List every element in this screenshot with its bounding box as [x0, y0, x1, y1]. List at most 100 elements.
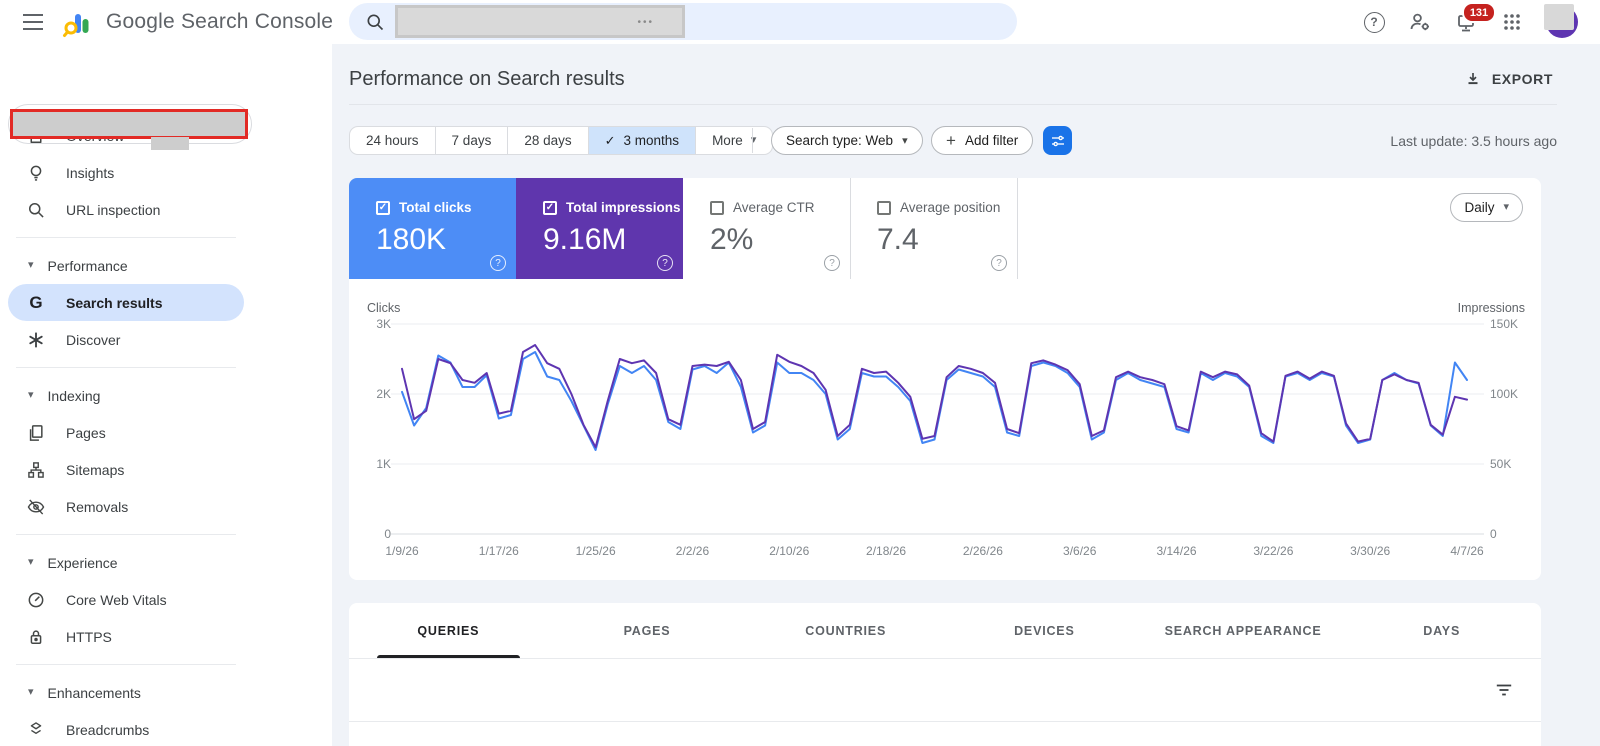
- performance-chart[interactable]: [349, 178, 1541, 580]
- sidebar-divider: [16, 534, 236, 535]
- x-axis-label: 3/30/26: [1350, 544, 1391, 558]
- lock-icon: [26, 627, 46, 647]
- search-console-logo-icon: [62, 5, 96, 39]
- sidebar-section-label: Indexing: [47, 387, 101, 404]
- active-tab-indicator: [376, 655, 520, 658]
- sidebar-item-pages[interactable]: Pages: [0, 414, 332, 451]
- x-axis-label: 2/10/26: [769, 544, 810, 558]
- redacted-avatar: [1544, 4, 1574, 30]
- chevron-down-icon: ▾: [28, 556, 34, 568]
- chip-more[interactable]: More ▾: [695, 127, 772, 154]
- chip-3-months[interactable]: ✓ 3 months: [587, 127, 696, 154]
- chevron-down-icon: ▾: [902, 135, 908, 147]
- chevron-down-icon: ▾: [28, 686, 34, 698]
- chip-label: 7 days: [451, 133, 492, 148]
- lightbulb-icon: [26, 163, 46, 183]
- sidebar-item-breadcrumbs[interactable]: Breadcrumbs: [0, 711, 332, 746]
- sidebar-item-label: Sitemaps: [66, 461, 125, 478]
- axis-tick-label: 0: [384, 527, 391, 541]
- help-icon[interactable]: ?: [1362, 10, 1386, 34]
- sidebar-section-indexing[interactable]: ▾ Indexing: [0, 377, 332, 414]
- sitemap-icon: [26, 460, 46, 480]
- tab-label: DEVICES: [1014, 623, 1075, 638]
- sidebar-item-label: HTTPS: [66, 628, 112, 645]
- redacted-property-name: [10, 109, 248, 139]
- search-icon: [365, 12, 385, 32]
- check-icon: ✓: [604, 132, 616, 148]
- sidebar-item-insights[interactable]: Insights: [0, 154, 332, 191]
- tab-label: QUERIES: [417, 623, 480, 638]
- search-type-filter[interactable]: Search type: Web ▾: [771, 126, 923, 155]
- search-bar[interactable]: •••: [349, 3, 1017, 40]
- chip-28-days[interactable]: 28 days: [507, 127, 587, 154]
- discover-asterisk-icon: [26, 330, 46, 350]
- chip-24-hours[interactable]: 24 hours: [350, 127, 435, 154]
- redacted-search-query: •••: [395, 5, 685, 38]
- sidebar-section-label: Experience: [47, 554, 118, 571]
- app-logo[interactable]: Google Search Console: [62, 5, 333, 39]
- tab-days[interactable]: DAYS: [1342, 603, 1541, 658]
- sidebar: Overview Insights URL inspection ▾ Perfo…: [0, 44, 332, 746]
- axis-tick-label: 150K: [1490, 317, 1519, 331]
- tab-devices[interactable]: DEVICES: [945, 603, 1144, 658]
- notifications-icon[interactable]: 131: [1454, 2, 1496, 34]
- sidebar-section-performance[interactable]: ▾ Performance: [0, 247, 332, 284]
- chip-7-days[interactable]: 7 days: [434, 127, 508, 154]
- sidebar-item-label: Pages: [66, 424, 106, 441]
- notification-badge: 131: [1462, 2, 1496, 23]
- filter-settings-button[interactable]: [1043, 126, 1072, 155]
- apps-grid-icon[interactable]: [1500, 10, 1524, 34]
- sidebar-item-label: Breadcrumbs: [66, 721, 150, 738]
- tab-label: COUNTRIES: [805, 623, 887, 638]
- sidebar-item-label: Core Web Vitals: [66, 591, 167, 608]
- tune-sliders-icon: [1050, 133, 1066, 149]
- tab-queries[interactable]: QUERIES: [349, 603, 548, 658]
- chip-label: 3 months: [623, 133, 680, 148]
- chip-label: More: [712, 133, 743, 148]
- redacted-property-tab: [151, 137, 189, 150]
- tab-countries[interactable]: COUNTRIES: [746, 603, 945, 658]
- x-axis-label: 2/26/26: [962, 544, 1003, 558]
- x-axis-label: 1/17/26: [478, 544, 519, 558]
- google-g-icon: G: [26, 293, 46, 313]
- tab-label: PAGES: [623, 623, 671, 638]
- sidebar-item-url-inspection[interactable]: URL inspection: [0, 191, 332, 228]
- sidebar-item-sitemaps[interactable]: Sitemaps: [0, 451, 332, 488]
- sidebar-item-label: Removals: [66, 498, 129, 515]
- chevron-down-icon: ▾: [28, 389, 34, 401]
- x-axis-label: 2/2/26: [675, 544, 710, 558]
- add-filter-button[interactable]: + Add filter: [931, 126, 1034, 155]
- sidebar-item-label: Search results: [66, 294, 163, 311]
- x-axis-label: 3/22/26: [1253, 544, 1294, 558]
- dimension-tabs: QUERIES PAGES COUNTRIES DEVICES SEARCH A…: [349, 603, 1541, 659]
- search-icon: [26, 200, 46, 220]
- sidebar-item-discover[interactable]: Discover: [0, 321, 332, 358]
- filter-list-icon[interactable]: [1495, 682, 1513, 698]
- question-mark-glyph: ?: [1363, 11, 1385, 33]
- chevron-down-icon: ▾: [28, 259, 34, 271]
- property-selector[interactable]: [8, 104, 252, 150]
- eye-off-icon: [26, 497, 46, 517]
- sidebar-section-enhancements[interactable]: ▾ Enhancements: [0, 674, 332, 711]
- tab-label: SEARCH APPEARANCE: [1164, 623, 1322, 638]
- tab-label: DAYS: [1423, 623, 1461, 638]
- export-button[interactable]: EXPORT: [1464, 70, 1553, 88]
- chip-label: 28 days: [524, 133, 572, 148]
- sidebar-nav: Overview Insights URL inspection ▾ Perfo…: [0, 117, 332, 746]
- sidebar-section-experience[interactable]: ▾ Experience: [0, 544, 332, 581]
- sidebar-section-label: Enhancements: [47, 684, 141, 701]
- sidebar-item-search-results[interactable]: G Search results: [8, 284, 244, 321]
- filter-divider: [752, 128, 753, 153]
- sidebar-item-core-web-vitals[interactable]: Core Web Vitals: [0, 581, 332, 618]
- avatar[interactable]: [1544, 4, 1578, 38]
- sidebar-item-https[interactable]: HTTPS: [0, 618, 332, 655]
- sidebar-item-removals[interactable]: Removals: [0, 488, 332, 525]
- tab-search-appearance[interactable]: SEARCH APPEARANCE: [1144, 603, 1343, 658]
- date-range-group: 24 hours 7 days 28 days ✓ 3 months More ▾: [349, 126, 774, 155]
- sidebar-item-label: Insights: [66, 164, 115, 181]
- user-settings-icon[interactable]: [1408, 10, 1432, 34]
- tab-pages[interactable]: PAGES: [548, 603, 747, 658]
- sidebar-item-label: Discover: [66, 331, 121, 348]
- menu-icon[interactable]: [22, 12, 44, 32]
- header-actions: ? 131: [1362, 0, 1578, 44]
